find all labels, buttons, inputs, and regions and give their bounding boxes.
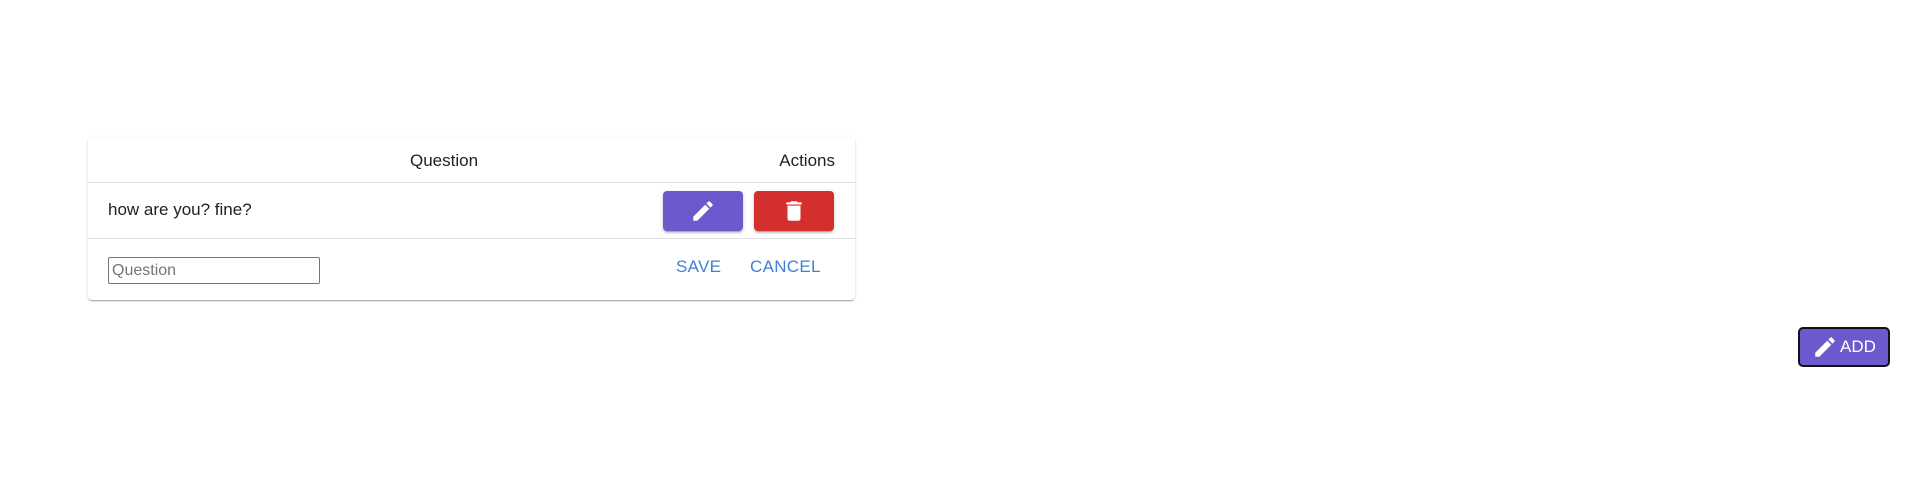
cancel-button[interactable]: CANCEL — [750, 257, 821, 277]
delete-button[interactable] — [754, 191, 834, 231]
question-input[interactable] — [108, 257, 320, 284]
edit-button[interactable] — [663, 191, 743, 231]
table-row: how are you? fine? — [88, 183, 855, 239]
save-button[interactable]: SAVE — [676, 257, 721, 277]
add-button-label: ADD — [1840, 337, 1876, 356]
edit-row: SAVE CANCEL — [88, 239, 855, 300]
column-header-question: Question — [410, 151, 479, 170]
page: Question Actions how are you? fine? SAVE… — [0, 0, 1915, 480]
add-button[interactable]: ADD — [1798, 327, 1890, 367]
question-cell: how are you? fine? — [108, 200, 252, 219]
trash-icon — [786, 201, 802, 221]
table-header-row: Question Actions — [88, 137, 855, 183]
pencil-icon — [693, 201, 713, 221]
pencil-icon — [1815, 337, 1835, 357]
questions-table: Question Actions how are you? fine? SAVE… — [88, 137, 855, 300]
column-header-actions: Actions — [779, 151, 835, 170]
